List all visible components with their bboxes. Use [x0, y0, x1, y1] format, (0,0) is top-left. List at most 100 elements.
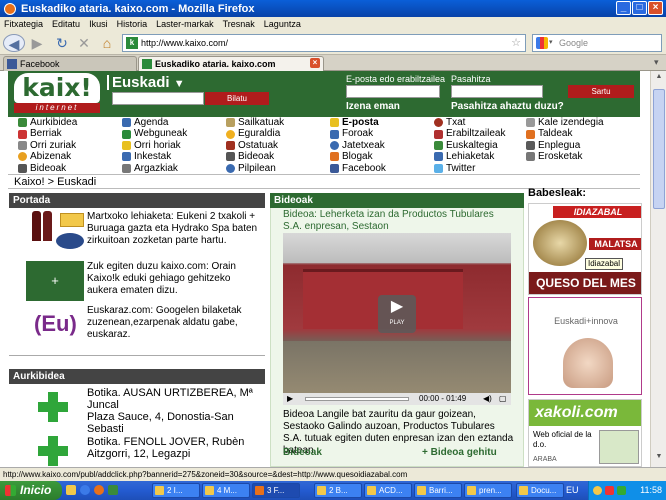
link-euskaltegia[interactable]: Euskaltegia: [434, 140, 505, 151]
close-tab-icon[interactable]: ×: [310, 58, 320, 68]
link-e-posta[interactable]: E-posta: [330, 117, 386, 128]
link-argazkiak[interactable]: Argazkiak: [122, 163, 187, 174]
tray-icon[interactable]: [617, 486, 626, 495]
link-aurkibidea[interactable]: Aurkibidea: [18, 117, 77, 128]
tab-facebook[interactable]: Facebook: [3, 56, 137, 71]
password-field[interactable]: [451, 85, 543, 98]
portada-item-3[interactable]: Euskaraz.com: Googelen bilaketak zuzenea…: [87, 305, 263, 341]
forward-icon[interactable]: ▶: [28, 34, 46, 52]
vertical-scrollbar[interactable]: ▲ ▼: [650, 71, 666, 467]
link-kale-izendegia[interactable]: Kale izendegia: [526, 117, 604, 128]
portada-item-2[interactable]: Zuk egiten duzu kaixo.com: Orain Kaixo!k…: [87, 261, 263, 297]
folder-icon[interactable]: [66, 485, 76, 495]
euskaraz-logo[interactable]: (Eu): [34, 307, 77, 341]
back-icon[interactable]: ◀: [3, 34, 25, 52]
fullscreen-icon[interactable]: ▢: [499, 393, 507, 405]
play-small-icon[interactable]: ▶: [287, 393, 293, 405]
ad-xakoli[interactable]: xakoli.com Web oficial de la d.o. ARABA: [528, 399, 642, 467]
tray-icon[interactable]: [605, 486, 614, 495]
tray-icon[interactable]: [593, 486, 602, 495]
url-bar[interactable]: k http://www.kaixo.com/ ☆: [122, 34, 526, 52]
search-button[interactable]: Bilatu: [205, 92, 269, 105]
link-bideoak-2[interactable]: Bideoak: [226, 151, 284, 162]
menu-tools[interactable]: Tresnak: [223, 19, 255, 29]
ie-icon[interactable]: [80, 485, 90, 495]
tab-kaixo[interactable]: Euskadiko ataria. kaixo.com ×: [138, 56, 324, 71]
task-5[interactable]: ACD...: [364, 483, 412, 498]
link-foroak[interactable]: Foroak: [330, 128, 386, 139]
task-7[interactable]: pren...: [464, 483, 512, 498]
link-taldeak[interactable]: Taldeak: [526, 128, 604, 139]
link-erabiltzaileak[interactable]: Erabiltzaileak: [434, 128, 505, 139]
minimize-button[interactable]: _: [616, 1, 631, 15]
email-field[interactable]: [346, 85, 440, 98]
menu-view[interactable]: Ikusi: [89, 19, 108, 29]
region-selector[interactable]: Euskadi ▼: [112, 74, 185, 91]
menu-help[interactable]: Laguntza: [264, 19, 301, 29]
task-6[interactable]: Barri...: [414, 483, 462, 498]
link-txat[interactable]: Txat: [434, 117, 505, 128]
task-4[interactable]: 2 B...: [314, 483, 362, 498]
link-abizenak[interactable]: Abizenak: [18, 151, 77, 162]
task-1[interactable]: 2 I...: [152, 483, 200, 498]
link-jatetxeak[interactable]: Jatetxeak: [330, 140, 386, 151]
language-indicator[interactable]: EU: [566, 485, 579, 495]
add-video-link[interactable]: + Bideoa gehitu: [422, 447, 497, 459]
reload-icon[interactable]: ↻: [54, 34, 70, 52]
task-2[interactable]: 4 M...: [202, 483, 250, 498]
plus-icon[interactable]: +: [26, 261, 84, 301]
link-agenda[interactable]: Agenda: [122, 117, 187, 128]
start-button[interactable]: Inicio: [0, 481, 62, 500]
link-orri-zuriak[interactable]: Orri zuriak: [18, 140, 77, 151]
link-bideoak[interactable]: Bideoak: [18, 163, 77, 174]
link-facebook[interactable]: Facebook: [330, 163, 386, 174]
video-title[interactable]: Bideoa: Leherketa izan da Productos Tubu…: [283, 209, 515, 233]
volume-icon[interactable]: ◀): [483, 393, 492, 405]
forgot-password-link[interactable]: Pasahitza ahaztu duzu?: [451, 101, 564, 112]
search-engine-dropdown-icon[interactable]: ▾: [549, 35, 553, 51]
portada-item-1[interactable]: Martxoko lehiaketa: Eukeni 2 txakoli + B…: [87, 211, 263, 247]
kaixo-logo[interactable]: kaix! internet: [14, 73, 100, 113]
link-webguneak[interactable]: Webguneak: [122, 128, 187, 139]
link-berriak[interactable]: Berriak: [18, 128, 77, 139]
task-3[interactable]: 3 F...: [252, 483, 300, 498]
scroll-down-icon[interactable]: ▼: [653, 453, 665, 465]
maximize-button[interactable]: □: [632, 1, 647, 15]
menu-edit[interactable]: Editatu: [52, 19, 80, 29]
play-button[interactable]: ▶ PLAY: [378, 295, 416, 333]
link-erosketak[interactable]: Erosketak: [526, 151, 604, 162]
video-progress-bar[interactable]: [305, 397, 409, 401]
menu-bookmarks[interactable]: Laster-markak: [156, 19, 214, 29]
link-enplegua[interactable]: Enplegua: [526, 140, 604, 151]
task-8[interactable]: Docu...: [516, 483, 564, 498]
pharmacy-title-2[interactable]: Botika. FENOLL JOVER, Rubèn: [87, 436, 263, 448]
link-lehiaketak[interactable]: Lehiaketak: [434, 151, 505, 162]
link-orri-horiak[interactable]: Orri horiak: [122, 140, 187, 151]
link-twitter[interactable]: Twitter: [434, 163, 505, 174]
search-bar[interactable]: ▾ Google: [532, 34, 662, 52]
login-button[interactable]: Sartu: [568, 85, 634, 98]
link-blogak[interactable]: Blogak: [330, 151, 386, 162]
link-sailkatuak[interactable]: Sailkatuak: [226, 117, 284, 128]
firefox-icon[interactable]: [94, 485, 104, 495]
ad-euskadi-innova[interactable]: Euskadi+innova: [528, 297, 642, 395]
pharmacy-title-1[interactable]: Botika. AUSAN URTIZBEREA, Mª Juncal: [87, 387, 263, 411]
link-ostatuak[interactable]: Ostatuak: [226, 140, 284, 151]
bookmark-star-icon[interactable]: ☆: [511, 35, 521, 51]
video-player[interactable]: ▶ PLAY: [283, 233, 511, 393]
close-window-button[interactable]: ×: [648, 1, 663, 15]
bideoak-link[interactable]: Bideoak: [283, 447, 322, 459]
ad-idiazabal[interactable]: IDIAZABAL MALATSA Idiazabal QUESO DEL ME…: [528, 203, 642, 295]
scroll-up-icon[interactable]: ▲: [653, 73, 665, 85]
home-icon[interactable]: ⌂: [98, 34, 116, 52]
menu-history[interactable]: Historia: [117, 19, 148, 29]
link-eguraldia[interactable]: Eguraldia: [226, 128, 284, 139]
link-inkestak[interactable]: Inkestak: [122, 151, 187, 162]
register-link[interactable]: Izena eman: [346, 101, 400, 112]
tab-list-icon[interactable]: ▾: [654, 57, 659, 68]
site-search-input[interactable]: [112, 92, 204, 105]
scrollbar-thumb[interactable]: [653, 89, 665, 209]
link-pilpilean[interactable]: Pilpilean: [226, 163, 284, 174]
menu-file[interactable]: Fitxategia: [4, 19, 43, 29]
stop-icon[interactable]: ✕: [76, 34, 92, 52]
